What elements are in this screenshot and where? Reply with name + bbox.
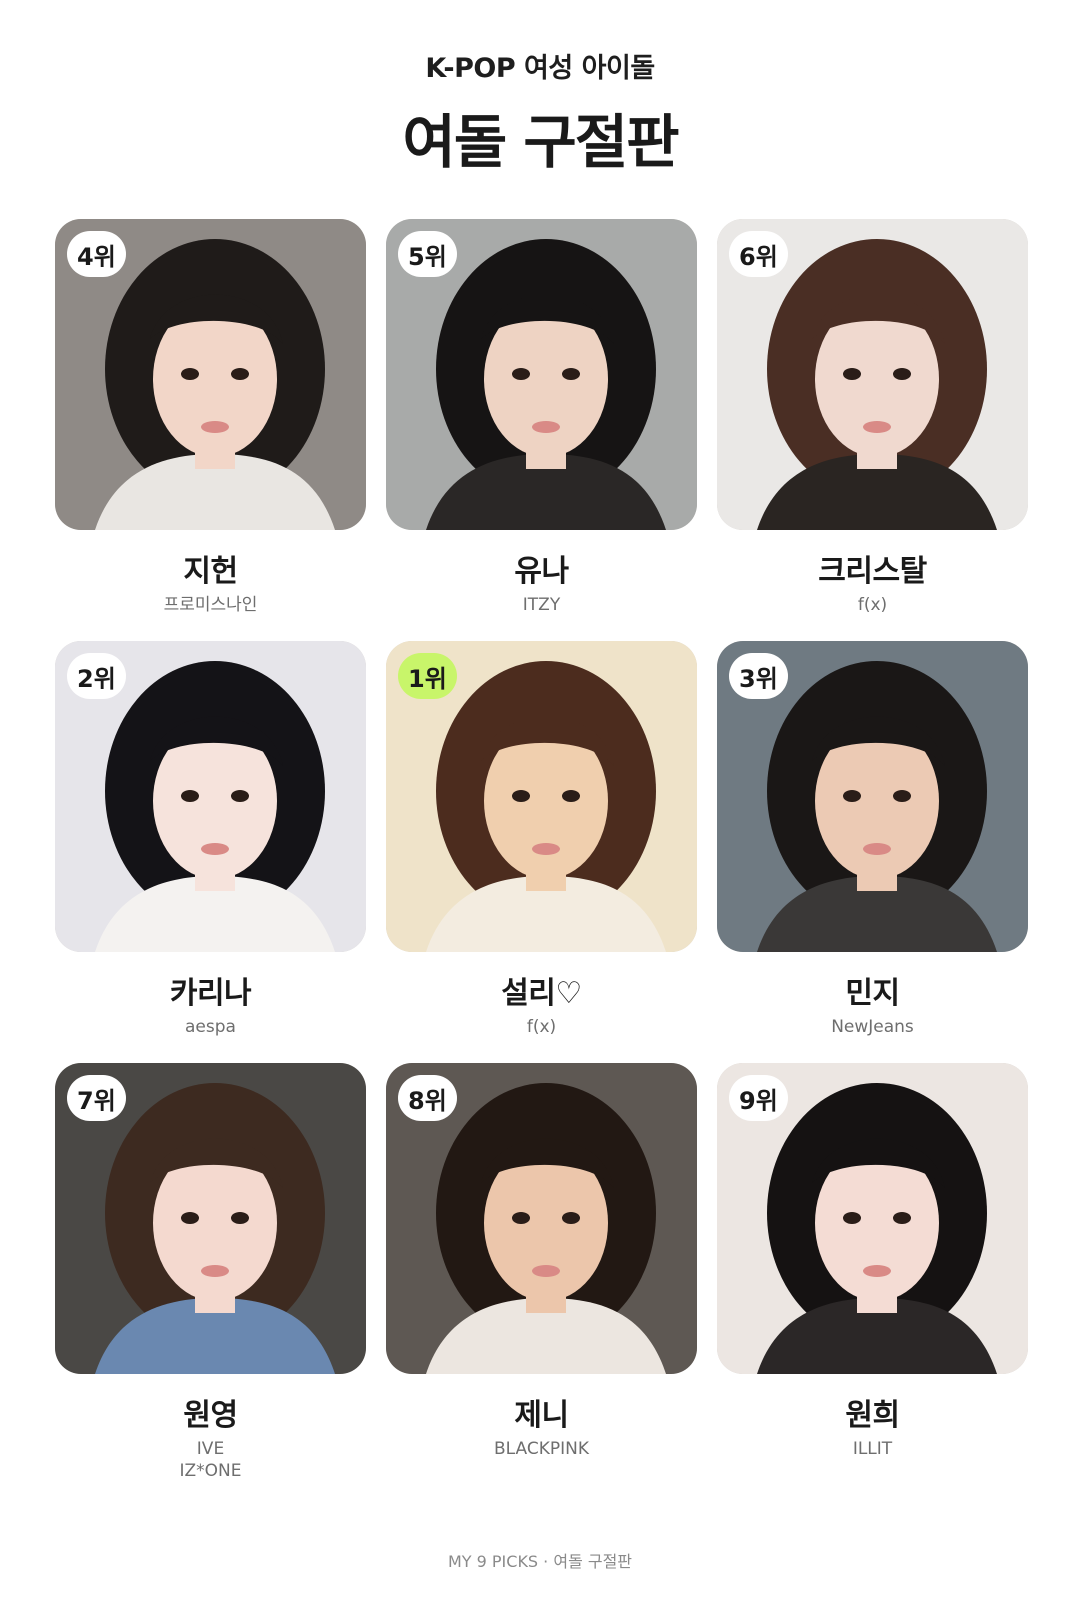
idol-group-secondary: IZ*ONE	[179, 1461, 242, 1481]
idol-photo: 4위	[55, 219, 366, 530]
idol-card[interactable]: 8위제니 BLACKPINK	[386, 1063, 697, 1485]
idol-group: ILLIT	[852, 1439, 893, 1459]
idol-group: NewJeans	[831, 1017, 914, 1037]
idol-card[interactable]: 2위카리나 aespa	[55, 641, 366, 1063]
rank-badge: 8위	[398, 1075, 457, 1121]
page-subtitle: K-POP 여성 아이돌	[425, 53, 655, 84]
idol-card[interactable]: 7위원영 IVE IZ*ONE	[55, 1063, 366, 1485]
idol-group: f(x)	[857, 595, 888, 615]
idol-name: 제니	[514, 1398, 569, 1433]
rank-badge: 4위	[67, 231, 126, 277]
idol-group: ITZY	[522, 595, 561, 615]
idol-card[interactable]: 4위지헌프로미스나인	[55, 219, 366, 641]
idol-name: 카리나	[169, 976, 252, 1011]
idol-photo: 8위	[386, 1063, 697, 1374]
idol-card[interactable]: 3위민지 NewJeans	[717, 641, 1028, 1063]
idol-group: BLACKPINK	[493, 1439, 589, 1459]
footer-caption: MY 9 PICKS · 여돌 구절판	[447, 1552, 633, 1571]
idol-card[interactable]: 6위크리스탈 f(x)	[717, 219, 1028, 641]
idol-photo: 1위	[386, 641, 697, 952]
idol-photo: 5위	[386, 219, 697, 530]
rank-badge: 6위	[729, 231, 788, 277]
rank-badge: 5위	[398, 231, 457, 277]
rank-badge: 2위	[67, 653, 126, 699]
idol-photo: 2위	[55, 641, 366, 952]
idol-name: 지헌	[183, 554, 238, 589]
idol-grid: 4위지헌프로미스나인 5위유나 ITZY 6위크리스탈 f(x) 2위카리나 aespa 1위…	[55, 219, 1028, 1485]
idol-photo: 6위	[717, 219, 1028, 530]
idol-group: 프로미스나인	[163, 595, 258, 615]
rank-badge: 9위	[729, 1075, 788, 1121]
rank-badge: 3위	[729, 653, 788, 699]
rank-badge: 7위	[67, 1075, 126, 1121]
idol-group: aespa	[185, 1017, 236, 1037]
idol-name: 민지	[845, 976, 900, 1011]
rank-badge: 1위	[398, 653, 457, 699]
idol-group: IVE	[196, 1439, 225, 1459]
idol-group: f(x)	[526, 1017, 557, 1037]
idol-card[interactable]: 5위유나 ITZY	[386, 219, 697, 641]
page-title: 여돌 구절판	[402, 108, 680, 176]
header: K-POP 여성 아이돌 여돌 구절판	[0, 46, 1080, 179]
idol-photo: 3위	[717, 641, 1028, 952]
idol-photo: 7위	[55, 1063, 366, 1374]
idol-name: 설리♡	[501, 976, 582, 1011]
idol-name: 원희	[845, 1398, 900, 1433]
idol-photo: 9위	[717, 1063, 1028, 1374]
idol-name: 원영	[183, 1398, 238, 1433]
idol-card[interactable]: 1위설리♡ f(x)	[386, 641, 697, 1063]
idol-card[interactable]: 9위원희 ILLIT	[717, 1063, 1028, 1485]
idol-name: 크리스탈	[818, 554, 927, 589]
idol-name: 유나	[514, 554, 569, 589]
